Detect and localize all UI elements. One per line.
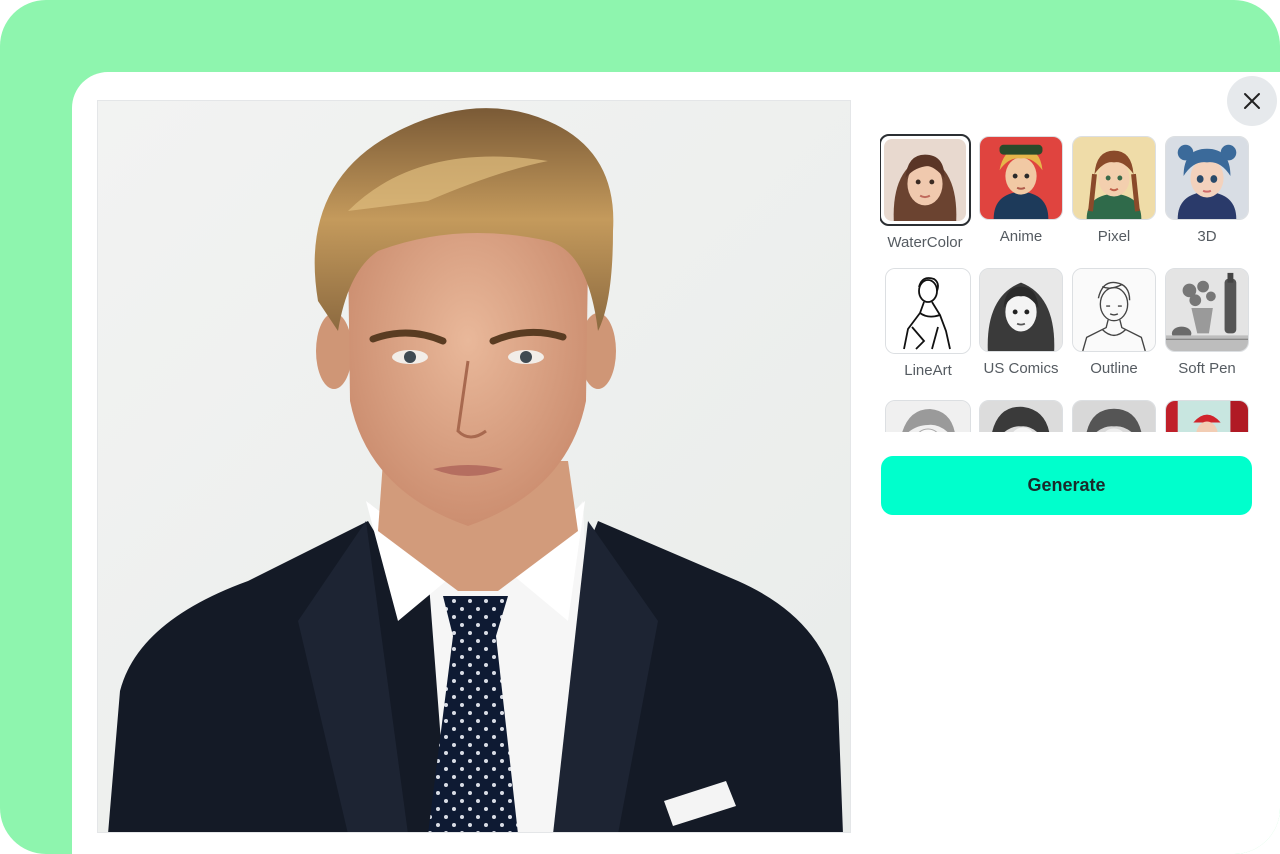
source-photo: [97, 100, 851, 833]
style-thumbnail: [1072, 268, 1156, 352]
style-label: US Comics: [983, 360, 1059, 377]
style-option-pixel[interactable]: Pixel: [1069, 136, 1159, 245]
style-option-watercolor[interactable]: WaterColor: [880, 134, 971, 251]
style-thumbnail: [885, 268, 971, 354]
style-option-11[interactable]: [1069, 400, 1159, 432]
style-thumbnail: [1165, 268, 1249, 352]
generate-button[interactable]: Generate: [881, 456, 1252, 515]
style-option-us-comics[interactable]: US Comics: [976, 268, 1066, 377]
style-label: Outline: [1090, 360, 1138, 377]
style-thumbnail: [885, 400, 971, 432]
style-grid: WaterColor Anime Pixel 3D LineArt US Com…: [880, 134, 1252, 432]
style-label: WaterColor: [887, 234, 963, 251]
close-button[interactable]: [1227, 76, 1277, 126]
style-thumbnail: [1165, 400, 1249, 432]
style-label: LineArt: [904, 362, 952, 379]
close-icon: [1244, 93, 1260, 109]
style-thumbnail: [880, 134, 971, 226]
style-label: 3D: [1197, 228, 1217, 245]
style-label: Anime: [999, 228, 1043, 245]
style-option-10[interactable]: [976, 400, 1066, 432]
style-label: Soft Pen: [1178, 360, 1236, 377]
style-thumbnail: [1072, 136, 1156, 220]
style-option-3d[interactable]: 3D: [1162, 136, 1252, 245]
style-option-anime[interactable]: Anime: [976, 136, 1066, 245]
style-option-soft-pen[interactable]: Soft Pen: [1162, 268, 1252, 377]
style-option-12[interactable]: [1162, 400, 1252, 432]
style-thumbnail: [1165, 136, 1249, 220]
style-thumbnail: [979, 268, 1063, 352]
style-option-lineart[interactable]: LineArt: [883, 268, 973, 379]
style-thumbnail: [979, 136, 1063, 220]
style-option-9[interactable]: [883, 400, 973, 432]
style-thumbnail: [1072, 400, 1156, 432]
style-option-outline[interactable]: Outline: [1069, 268, 1159, 377]
style-thumbnail: [979, 400, 1063, 432]
style-label: Pixel: [1097, 228, 1131, 245]
